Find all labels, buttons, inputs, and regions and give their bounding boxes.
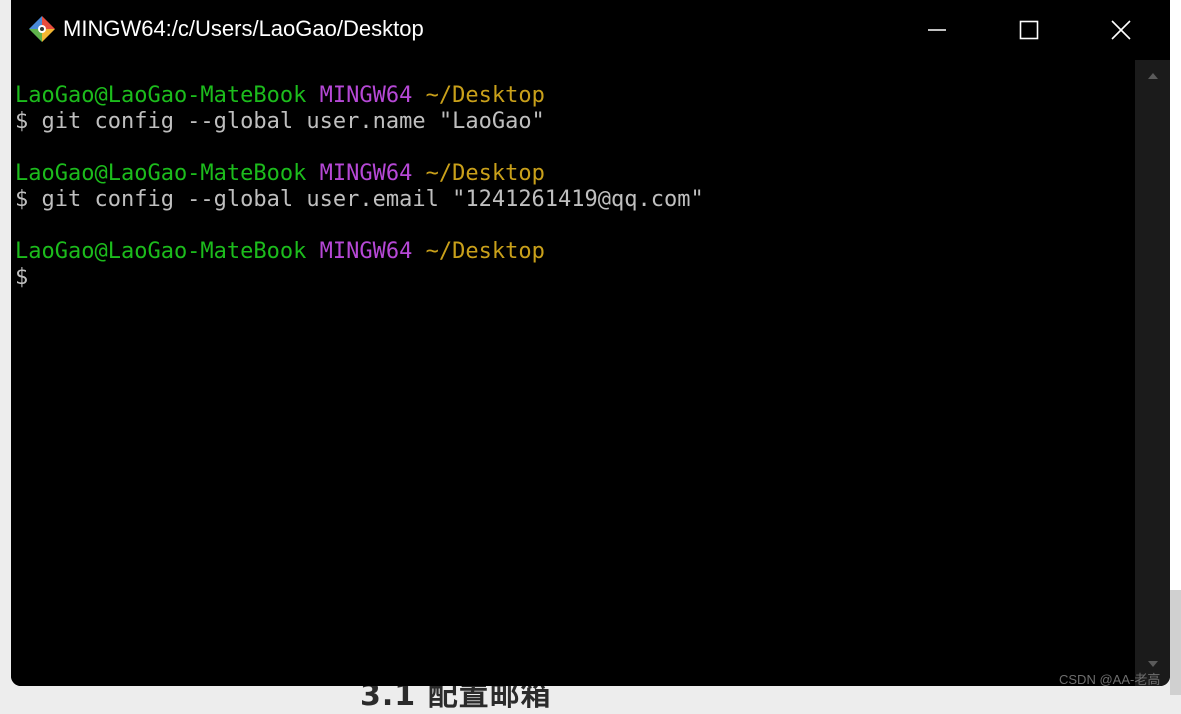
prompt-user-host: LaoGao@LaoGao-MateBook [15,239,307,264]
prompt-env: MINGW64 [319,83,413,108]
csdn-watermark: CSDN @AA-老高 [1059,672,1161,687]
background-page-edge [1170,0,1181,695]
prompt-line: LaoGao@LaoGao-MateBook MINGW64 ~/Desktop [15,161,545,187]
prompt-line: LaoGao@LaoGao-MateBook MINGW64 ~/Desktop [15,83,545,109]
command-prompt-active[interactable]: $ [15,265,28,291]
title-bar[interactable]: MINGW64:/c/Users/LaoGao/Desktop [11,0,1170,60]
prompt-user-host: LaoGao@LaoGao-MateBook [15,161,307,186]
prompt-env: MINGW64 [319,239,413,264]
command-line: $ git config --global user.name "LaoGao" [15,109,545,134]
git-bash-icon [27,14,57,44]
terminal-output[interactable]: LaoGao@LaoGao-MateBook MINGW64 ~/Desktop… [11,60,1135,686]
minimize-icon [928,29,946,31]
prompt-path: ~/Desktop [425,239,545,264]
background-scrollbar [1170,590,1181,695]
scroll-up-arrow-icon[interactable] [1145,68,1161,84]
maximize-icon [1019,20,1039,40]
prompt-user-host: LaoGao@LaoGao-MateBook [15,83,307,108]
vertical-scrollbar[interactable] [1135,60,1170,686]
close-button[interactable] [1075,0,1167,60]
prompt-path: ~/Desktop [425,83,545,108]
minimize-button[interactable] [891,0,983,60]
maximize-button[interactable] [983,0,1075,60]
prompt-env: MINGW64 [319,161,413,186]
prompt-line: LaoGao@LaoGao-MateBook MINGW64 ~/Desktop [15,239,545,265]
close-icon [1111,20,1131,40]
terminal-window[interactable]: MINGW64:/c/Users/LaoGao/Desktop LaoGao@L… [11,0,1170,686]
window-title: MINGW64:/c/Users/LaoGao/Desktop [63,16,424,41]
command-line: $ git config --global user.email "124126… [15,187,704,212]
prompt-path: ~/Desktop [425,161,545,186]
